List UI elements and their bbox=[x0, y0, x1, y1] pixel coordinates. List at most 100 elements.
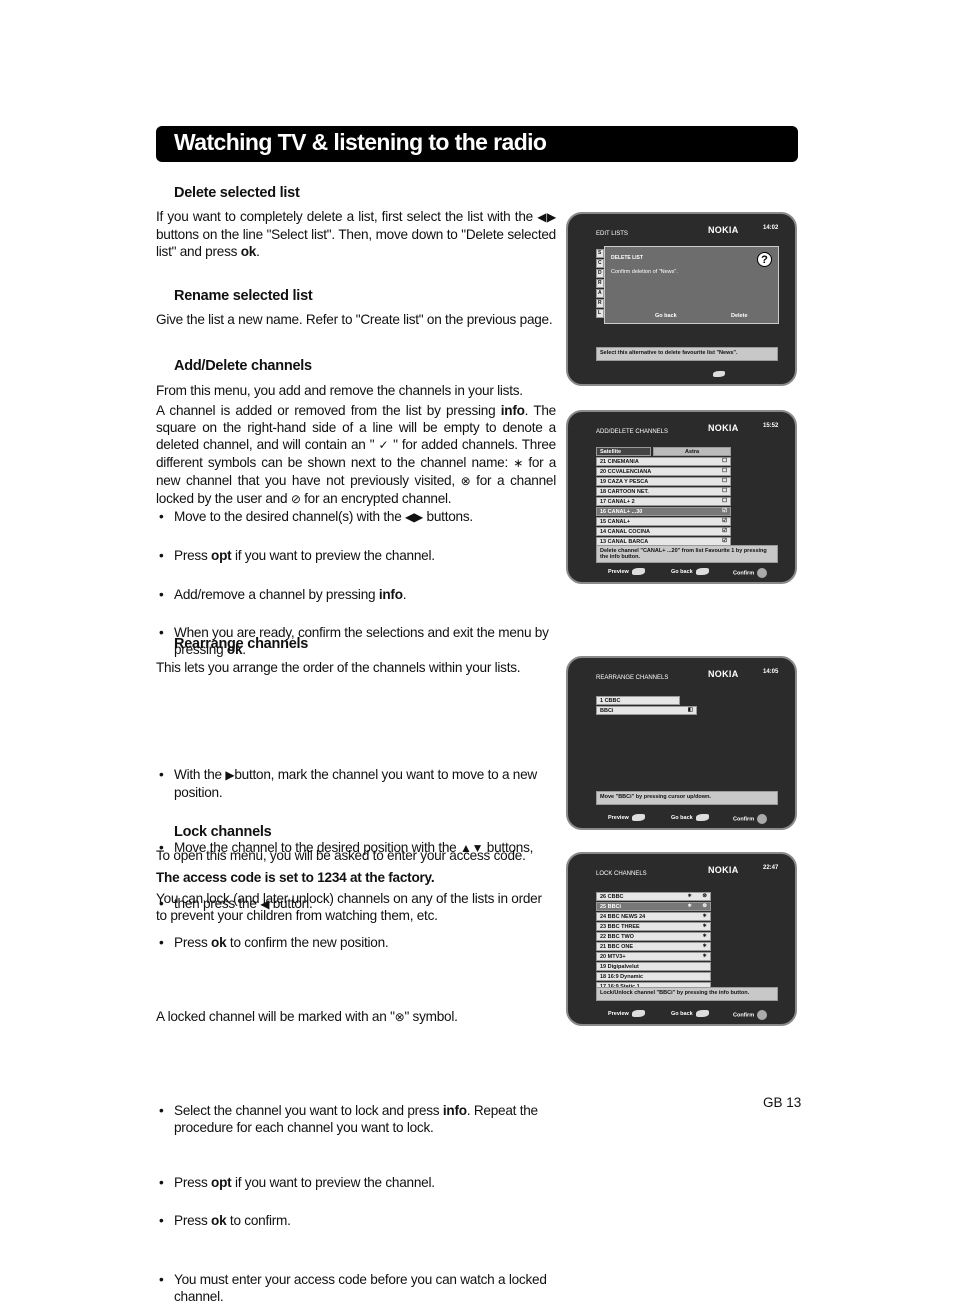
go-back-button[interactable]: Go back bbox=[671, 1010, 709, 1017]
page-title: Watching TV & listening to the radio bbox=[174, 129, 547, 155]
button-label: Go back bbox=[671, 814, 693, 821]
locked-circle-icon: ⊗ bbox=[460, 474, 471, 488]
channel-row[interactable]: 23 BBC THREE ∗ bbox=[596, 922, 711, 931]
go-back-button[interactable]: Go back bbox=[671, 568, 709, 575]
lock-channels-screen: LOCK CHANNELS NOKIA 22:47 26 CBBC ∗ ⊗ 25 BBCi ∗… bbox=[566, 852, 797, 1026]
channel-name: 20 MTV3+ bbox=[600, 954, 626, 960]
text-run: From this menu, you add and remove the c… bbox=[156, 383, 523, 398]
status-message: Select this alternative to delete favour… bbox=[596, 347, 778, 361]
channel-row[interactable]: 21 BBC ONE ∗ bbox=[596, 942, 711, 951]
paragraph: From this menu, you add and remove the c… bbox=[156, 382, 556, 399]
text-run: buttons. bbox=[423, 509, 474, 524]
channel-marker-icon: ∗ bbox=[702, 943, 707, 949]
channel-row[interactable]: 22 BBC TWO ∗ bbox=[596, 932, 711, 941]
channel-name: 21 BBC ONE bbox=[600, 944, 634, 950]
channel-name: 22 BBC TWO bbox=[600, 934, 634, 940]
text-run: Lock channels bbox=[174, 824, 272, 840]
channel-row[interactable]: 1 CBBC bbox=[596, 696, 680, 705]
button-label: Confirm bbox=[733, 816, 755, 823]
button-label: Preview bbox=[608, 814, 629, 821]
channel-name: 17 CANAL+ 2 bbox=[600, 499, 635, 505]
channel-name: 15 CANAL+ bbox=[600, 519, 631, 525]
paragraph: A locked channel will be marked with an … bbox=[156, 1008, 556, 1026]
bold-text: The access code is set to 1234 at the fa… bbox=[156, 870, 435, 885]
channel-row[interactable]: 20 CCVALENCIANA ☐ bbox=[596, 467, 731, 476]
channel-name: 19 CAZA Y PESCA bbox=[600, 479, 649, 485]
text-run: if you want to preview the channel. bbox=[231, 548, 435, 563]
confirm-button[interactable]: Confirm bbox=[733, 568, 768, 578]
bullet-item: Move to the desired channel(s) with the … bbox=[156, 508, 556, 526]
section-heading: Delete selected list bbox=[174, 185, 574, 202]
section-header: Watching TV & listening to the radio bbox=[156, 126, 798, 162]
bullet-item: Press opt if you want to preview the cha… bbox=[156, 547, 556, 564]
text-run: Rearrange channels bbox=[174, 636, 309, 652]
tab-satellite[interactable]: Satellite bbox=[596, 447, 651, 456]
add-delete-channels-screen: ADD/DELETE CHANNELS NOKIA 15:52 Satellite As… bbox=[566, 410, 797, 584]
channel-row[interactable]: 20 MTV3+ ∗ bbox=[596, 952, 711, 961]
channel-name: 21 CINEMANIA bbox=[600, 459, 639, 465]
confirm-button[interactable]: Confirm bbox=[733, 1010, 768, 1020]
channel-name: 1 CBBC bbox=[600, 698, 621, 704]
bullet-item: Add/remove a channel by pressing info. bbox=[156, 586, 556, 603]
channel-row[interactable]: 14 CANAL COCINA ☑ bbox=[596, 527, 731, 536]
bold-text: info bbox=[442, 1103, 467, 1118]
bold-text: ok bbox=[211, 935, 227, 950]
channel-row[interactable]: 24 BBC NEWS 24 ∗ bbox=[596, 912, 711, 921]
text-run: Press bbox=[174, 1213, 212, 1228]
channel-row[interactable]: 25 BBCi ∗ ⊗ bbox=[596, 902, 711, 911]
channel-marker-icon: ☐ bbox=[722, 458, 727, 464]
preview-button[interactable]: Preview bbox=[608, 1010, 645, 1017]
preview-button[interactable]: Preview bbox=[608, 568, 645, 575]
channel-name: 26 CBBC bbox=[600, 894, 624, 900]
clock: 15:52 bbox=[763, 423, 779, 429]
channel-row[interactable]: BBCi ◧ bbox=[596, 706, 697, 715]
delete-button[interactable]: Delete bbox=[731, 313, 748, 319]
rearrange-channels-screen: REARRANGE CHANNELS NOKIA 14:05 1 CBBC BBCi ◧… bbox=[566, 656, 797, 830]
screen-title: REARRANGE CHANNELS bbox=[596, 675, 669, 681]
channel-marker-icon: ∗ bbox=[702, 923, 707, 929]
button-label: Confirm bbox=[733, 570, 755, 577]
channel-row[interactable]: 21 CINEMANIA ☐ bbox=[596, 457, 731, 466]
text-run: . bbox=[402, 587, 407, 602]
text-run: A locked channel will be marked with an … bbox=[156, 1009, 395, 1024]
paragraph: The access code is set to 1234 at the fa… bbox=[156, 869, 556, 886]
channel-name: 23 BBC THREE bbox=[600, 924, 640, 930]
remote-key-icon bbox=[631, 814, 645, 821]
channel-row[interactable]: 15 CANAL+ ☑ bbox=[596, 517, 731, 526]
list-item: C bbox=[596, 259, 604, 268]
channel-row[interactable]: 16 CANAL+ ...30 ☑ bbox=[596, 507, 731, 516]
channel-row[interactable]: 18 CARTOON NET. ☐ bbox=[596, 487, 731, 496]
paragraph: If you want to completely delete a list,… bbox=[156, 208, 556, 260]
bold-text: ok bbox=[211, 1213, 227, 1228]
channel-row[interactable]: 19 CAZA Y PESCA ☐ bbox=[596, 477, 731, 486]
text-run: You must enter your access code before y… bbox=[174, 1272, 547, 1304]
bold-text: info bbox=[378, 587, 403, 602]
text-run: Move to the desired channel(s) with the bbox=[174, 509, 406, 524]
channel-row[interactable]: 18 16:9 Dynamic bbox=[596, 972, 711, 981]
text-run: If you want to completely delete a list,… bbox=[156, 209, 538, 224]
channel-name: 18 16:9 Dynamic bbox=[600, 974, 644, 980]
channel-row[interactable]: 17 CANAL+ 2 ☐ bbox=[596, 497, 731, 506]
channel-row[interactable]: 19 Digipalvelut bbox=[596, 962, 711, 971]
bullet-item: Press ok to confirm the new position. bbox=[156, 934, 556, 951]
channel-row[interactable]: 26 CBBC ∗ ⊗ bbox=[596, 892, 711, 901]
channel-name: BBCi bbox=[600, 708, 614, 714]
screen-title: ADD/DELETE CHANNELS bbox=[596, 429, 669, 435]
go-back-button[interactable]: Go back bbox=[655, 313, 677, 319]
channel-name: 24 BBC NEWS 24 bbox=[600, 914, 646, 920]
go-back-button[interactable]: Go back bbox=[671, 814, 709, 821]
list-item: A bbox=[596, 289, 604, 298]
text-run: to confirm. bbox=[226, 1213, 291, 1228]
clock: 22:47 bbox=[763, 865, 779, 871]
remote-key-icon bbox=[713, 371, 725, 377]
confirm-button[interactable]: Confirm bbox=[733, 814, 768, 824]
paragraph: To open this menu, you will be asked to … bbox=[156, 847, 556, 864]
status-message: Lock/Unlock channel "BBCi" by pressing t… bbox=[596, 987, 778, 1001]
text-run: Select the channel you want to lock and … bbox=[174, 1103, 443, 1118]
tab-astra[interactable]: Astra bbox=[653, 447, 731, 456]
remote-key-icon bbox=[631, 1010, 645, 1017]
bullet-item: Press ok to confirm. bbox=[156, 1212, 556, 1229]
button-label: Go back bbox=[671, 568, 693, 575]
text-run: Press bbox=[174, 935, 212, 950]
preview-button[interactable]: Preview bbox=[608, 814, 645, 821]
